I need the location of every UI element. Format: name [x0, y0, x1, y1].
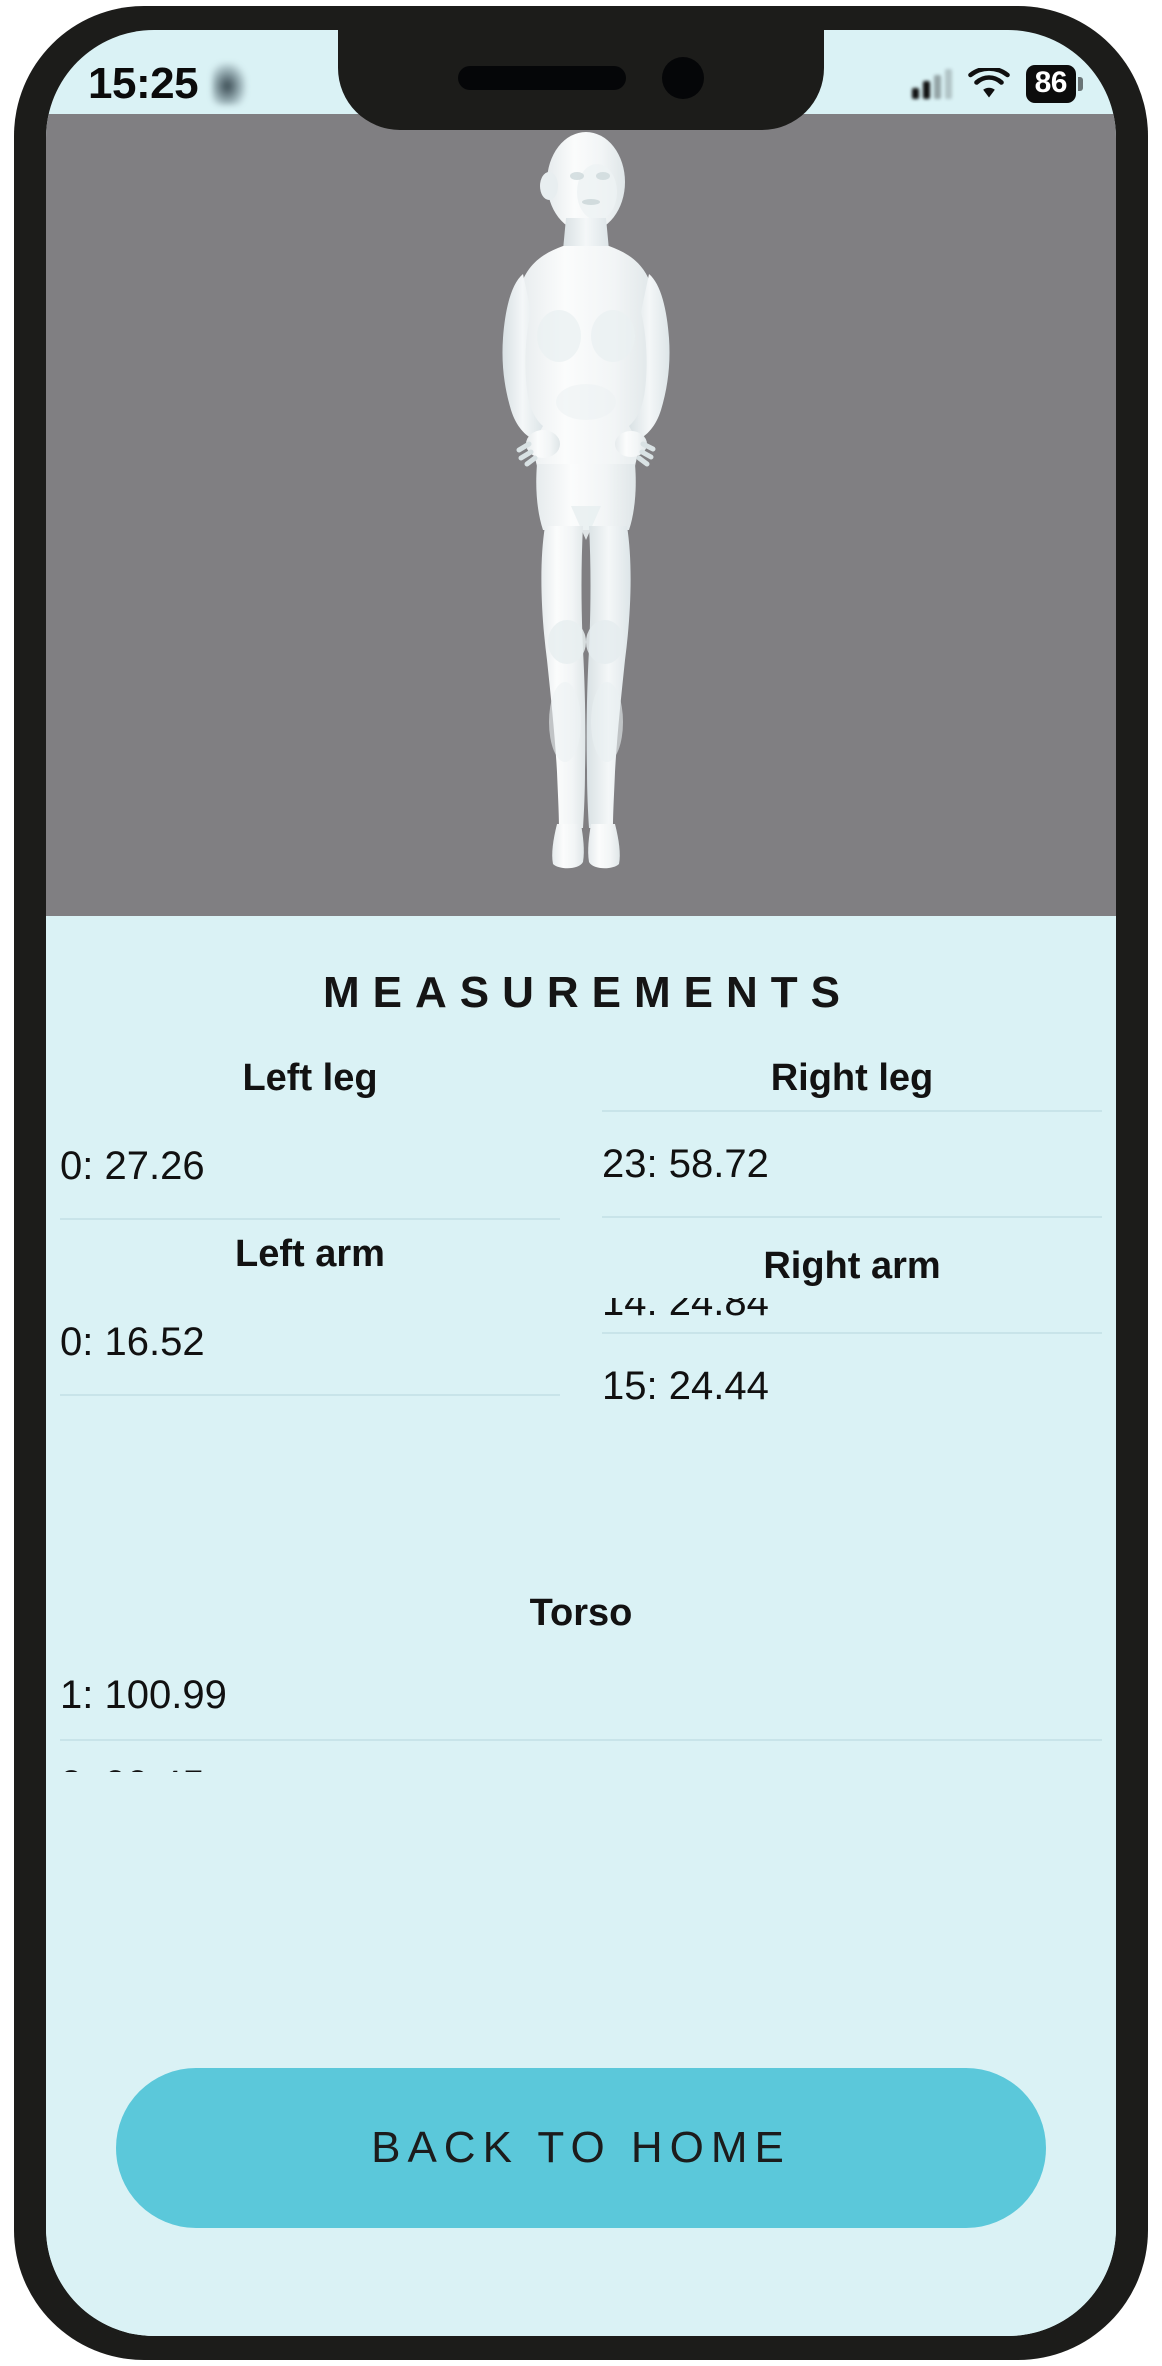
front-camera-icon [662, 57, 704, 99]
measurement-row-clipped: 2: 99.45 [60, 1741, 1102, 1772]
page-title: MEASUREMENTS [322, 968, 854, 1017]
phone-frame: 15:25 86 MEASUREMENTS Left leg 0: 27.26 … [14, 6, 1148, 2360]
measurement-row-clipped: 14: 24.84 [602, 1298, 1102, 1334]
measurements-column-left: Left leg 0: 27.26 Left arm 0: 16.52 [60, 1058, 560, 1598]
wifi-icon [967, 68, 1010, 98]
measurement-row: 0: 27.26 [60, 1114, 560, 1220]
group-title-right-leg: Right leg [770, 1058, 934, 1099]
status-bar-right: 86 [911, 65, 1076, 103]
status-bar-left: 15:25 [88, 59, 247, 108]
phone-screen: 15:25 86 MEASUREMENTS Left leg 0: 27.26 … [46, 30, 1116, 2336]
body-avatar[interactable] [401, 114, 761, 916]
back-to-home-button[interactable]: BACK TO HOME [116, 2068, 1046, 2228]
left-arm-list[interactable]: 0: 16.52 [60, 1290, 560, 1396]
measurement-row: 0: 16.52 [60, 1290, 560, 1396]
measurements-panel: MEASUREMENTS Left leg 0: 27.26 Left arm … [46, 916, 1116, 2336]
group-title-left-leg: Left leg [242, 1058, 378, 1099]
measurement-row: 15: 24.44 [602, 1363, 769, 1408]
signal-bars-icon [911, 69, 952, 99]
torso-list[interactable]: 1: 100.99 2: 99.45 [60, 1649, 1102, 1772]
status-time: 15:25 [88, 59, 199, 108]
measurement-row: 23: 58.72 [602, 1109, 1102, 1218]
measurement-row-clipped-text: 14: 24.84 [602, 1297, 769, 1324]
dynamic-island [338, 30, 824, 130]
measurements-grid: Left leg 0: 27.26 Left arm 0: 16.52 Righ… [46, 1058, 1116, 1598]
speaker-icon [458, 66, 626, 90]
body-avatar-icon [502, 132, 670, 869]
measurements-column-right: Right leg 23: 58.72 Right arm 14: 24.84 … [602, 1058, 1102, 1598]
group-title-right-arm: Right arm [763, 1244, 941, 1287]
left-leg-list[interactable]: 0: 27.26 [60, 1114, 560, 1220]
group-title-torso: Torso [529, 1592, 633, 1634]
right-arm-list[interactable]: 14: 24.84 15: 24.44 [602, 1298, 1102, 1438]
group-title-left-arm: Left arm [235, 1232, 385, 1275]
measurement-row: 1: 100.99 [60, 1649, 1102, 1741]
torso-group: Torso 1: 100.99 2: 99.45 [46, 1592, 1116, 1772]
battery-icon: 86 [1025, 65, 1076, 103]
body-model-viewport[interactable] [46, 114, 1116, 916]
right-leg-list[interactable]: 23: 58.72 [602, 1109, 1102, 1218]
alarm-blurred-icon [212, 63, 247, 105]
